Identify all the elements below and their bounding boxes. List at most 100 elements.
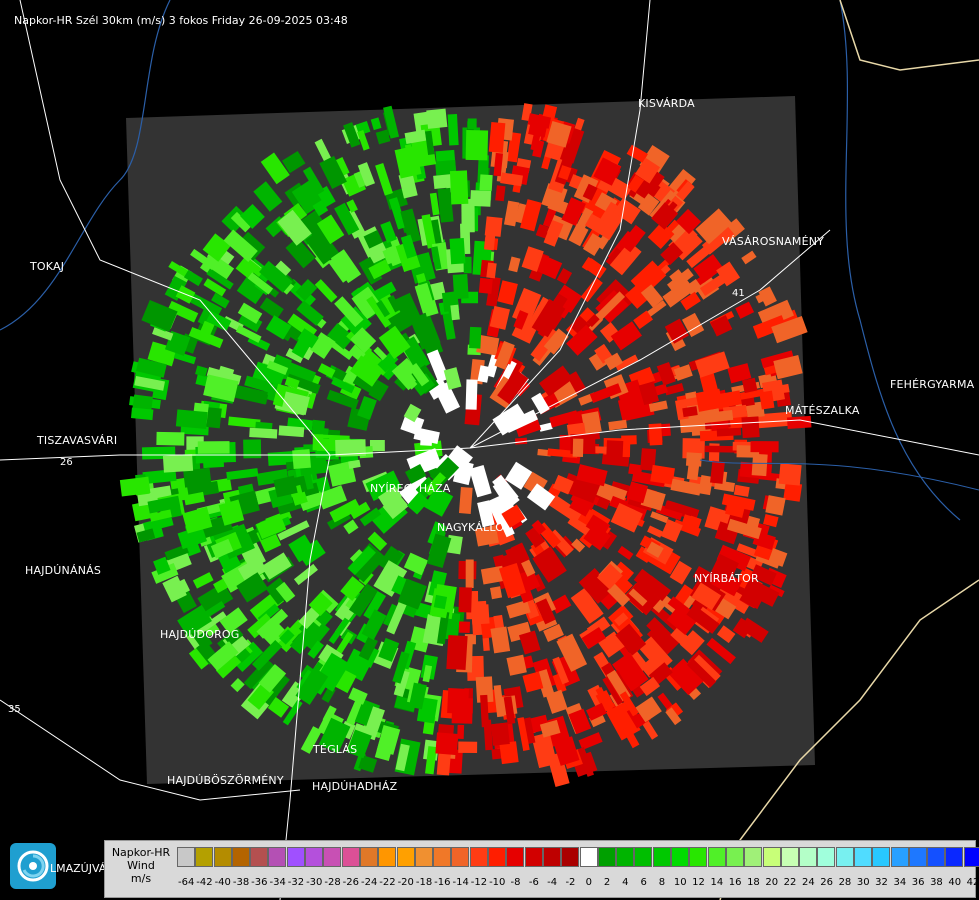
road-number: 35 <box>8 704 21 715</box>
legend-swatch <box>542 847 561 867</box>
radar-echo-cell <box>458 741 478 754</box>
legend-quantity: Wind <box>127 859 155 872</box>
legend-swatch <box>762 847 781 867</box>
country-border <box>839 0 979 71</box>
city-label-nagykallo: NAGYKÁLLÓ <box>437 521 505 534</box>
legend-swatch <box>634 847 653 867</box>
wind-color-legend: Napkor-HR Wind m/s -64 -42 -40 -38 -36 -34 -32… <box>104 840 979 898</box>
city-label-hajduhadhaz: HAJDÚHADHÁZ <box>312 780 398 793</box>
radar-echo-cell <box>450 304 460 321</box>
radar-echo-cell <box>506 654 527 676</box>
radar-echo-cell <box>572 438 584 457</box>
legend-tick-label: -6 <box>528 877 539 888</box>
legend-swatch <box>469 847 488 867</box>
radar-echo-cell <box>206 407 222 429</box>
legend-tick-label: 26 <box>820 877 834 888</box>
legend-tick-label: -38 <box>232 877 250 888</box>
legend-swatch <box>359 847 378 867</box>
radar-echo-cell <box>648 423 663 446</box>
city-label-hajdudorog: HAJDÚDOROG <box>160 628 240 641</box>
legend-swatch <box>396 847 415 867</box>
legend-tick-label: -36 <box>251 877 268 888</box>
legend-swatch <box>524 847 543 867</box>
legend-swatch <box>945 847 964 867</box>
legend-tick-label: -10 <box>489 877 506 888</box>
legend-tick-label: 20 <box>765 877 779 888</box>
legend-tick-label: 6 <box>640 877 647 888</box>
legend-tick-label: -4 <box>547 877 558 888</box>
legend-swatch <box>799 847 818 867</box>
city-label-kisvarda: KISVÁRDA <box>638 97 695 110</box>
legend-swatch <box>780 847 799 867</box>
radar-echo-cell <box>458 621 471 633</box>
legend-tick-label: -28 <box>324 877 341 888</box>
legend-swatch <box>177 847 195 867</box>
radar-echo-cell <box>606 440 624 463</box>
radar-echo-cell <box>249 427 278 439</box>
legend-tick-label: 14 <box>710 877 724 888</box>
radar-echo-cell <box>435 732 459 756</box>
radar-echo-cell <box>471 604 490 625</box>
legend-swatch <box>963 847 979 867</box>
legend-tick-label: -42 <box>196 877 213 888</box>
legend-swatch <box>268 847 287 867</box>
legend-tick-label: 34 <box>893 877 907 888</box>
legend-tick-label: 18 <box>747 877 760 888</box>
radar-echo-cell <box>162 454 194 473</box>
radar-echo-cell <box>458 587 472 613</box>
radar-echo-cell <box>278 425 305 438</box>
radar-echo-cell <box>685 452 702 467</box>
radar-map-window: 35 26 41 Napkor-HR Szél 30km (m/s) 3 fok… <box>0 0 979 900</box>
city-label-fehergyarmat: FEHÉRGYARMA <box>890 378 975 391</box>
radar-echo-cell <box>447 113 459 146</box>
legend-swatch <box>817 847 836 867</box>
legend-tick-label: 10 <box>673 877 687 888</box>
radar-echo-cell <box>156 431 185 446</box>
legend-unit: m/s <box>130 872 152 885</box>
radar-echo-cell <box>650 464 675 485</box>
legend-swatch <box>561 847 580 867</box>
radar-echo-cell <box>449 170 469 205</box>
map-title: Napkor-HR Szél 30km (m/s) 3 fokos Friday… <box>14 14 348 27</box>
legend-tick-label: 4 <box>622 877 629 888</box>
legend-swatch <box>927 847 946 867</box>
legend-swatch <box>286 847 305 867</box>
radar-echo-cell <box>716 427 742 437</box>
radar-echo-cell <box>243 439 262 459</box>
city-label-tokaj: TOKAJ <box>30 260 65 273</box>
road-number: 41 <box>732 288 745 299</box>
legend-swatch <box>652 847 671 867</box>
river <box>839 0 961 521</box>
legend-swatch <box>323 847 342 867</box>
city-label-nyirbator: NYÍRBÁTOR <box>694 572 759 585</box>
radar-echo-cell <box>458 486 473 514</box>
radar-echo-cell <box>130 407 154 421</box>
legend-tick-label: 40 <box>948 877 962 888</box>
radar-echo-cell <box>778 463 802 486</box>
city-label-vasarosnameny: VÁSÁROSNAMÉNY <box>722 235 825 248</box>
legend-tick-label: -12 <box>470 877 488 888</box>
radar-echo-cell <box>467 118 477 130</box>
legend-tick-label: -64 <box>177 877 195 888</box>
radar-echo-cell <box>486 262 497 279</box>
radar-echo-cell <box>710 460 725 484</box>
legend-swatch <box>853 847 872 867</box>
city-label-nyiregyhaza: NYÍREGYHÁZA <box>370 482 451 495</box>
radar-echo-cell <box>741 416 760 439</box>
radar-echo-cell <box>465 559 474 588</box>
legend-tick-label: 32 <box>875 877 888 888</box>
radar-echo-cell <box>465 130 489 161</box>
legend-swatch <box>671 847 690 867</box>
legend-swatch <box>451 847 470 867</box>
legend-tick-label: -22 <box>379 877 396 888</box>
legend-title: Napkor-HR Wind m/s <box>109 846 173 885</box>
radar-echo-cell <box>621 435 637 445</box>
radar-echo-cell <box>751 453 768 477</box>
legend-tick-label: -24 <box>360 877 378 888</box>
legend-swatch <box>433 847 452 867</box>
radar-echo-cell <box>750 441 779 453</box>
legend-tick-label: -26 <box>342 877 360 888</box>
legend-swatch <box>414 847 433 867</box>
legend-swatch <box>341 847 360 867</box>
legend-tick-label: 28 <box>838 877 852 888</box>
